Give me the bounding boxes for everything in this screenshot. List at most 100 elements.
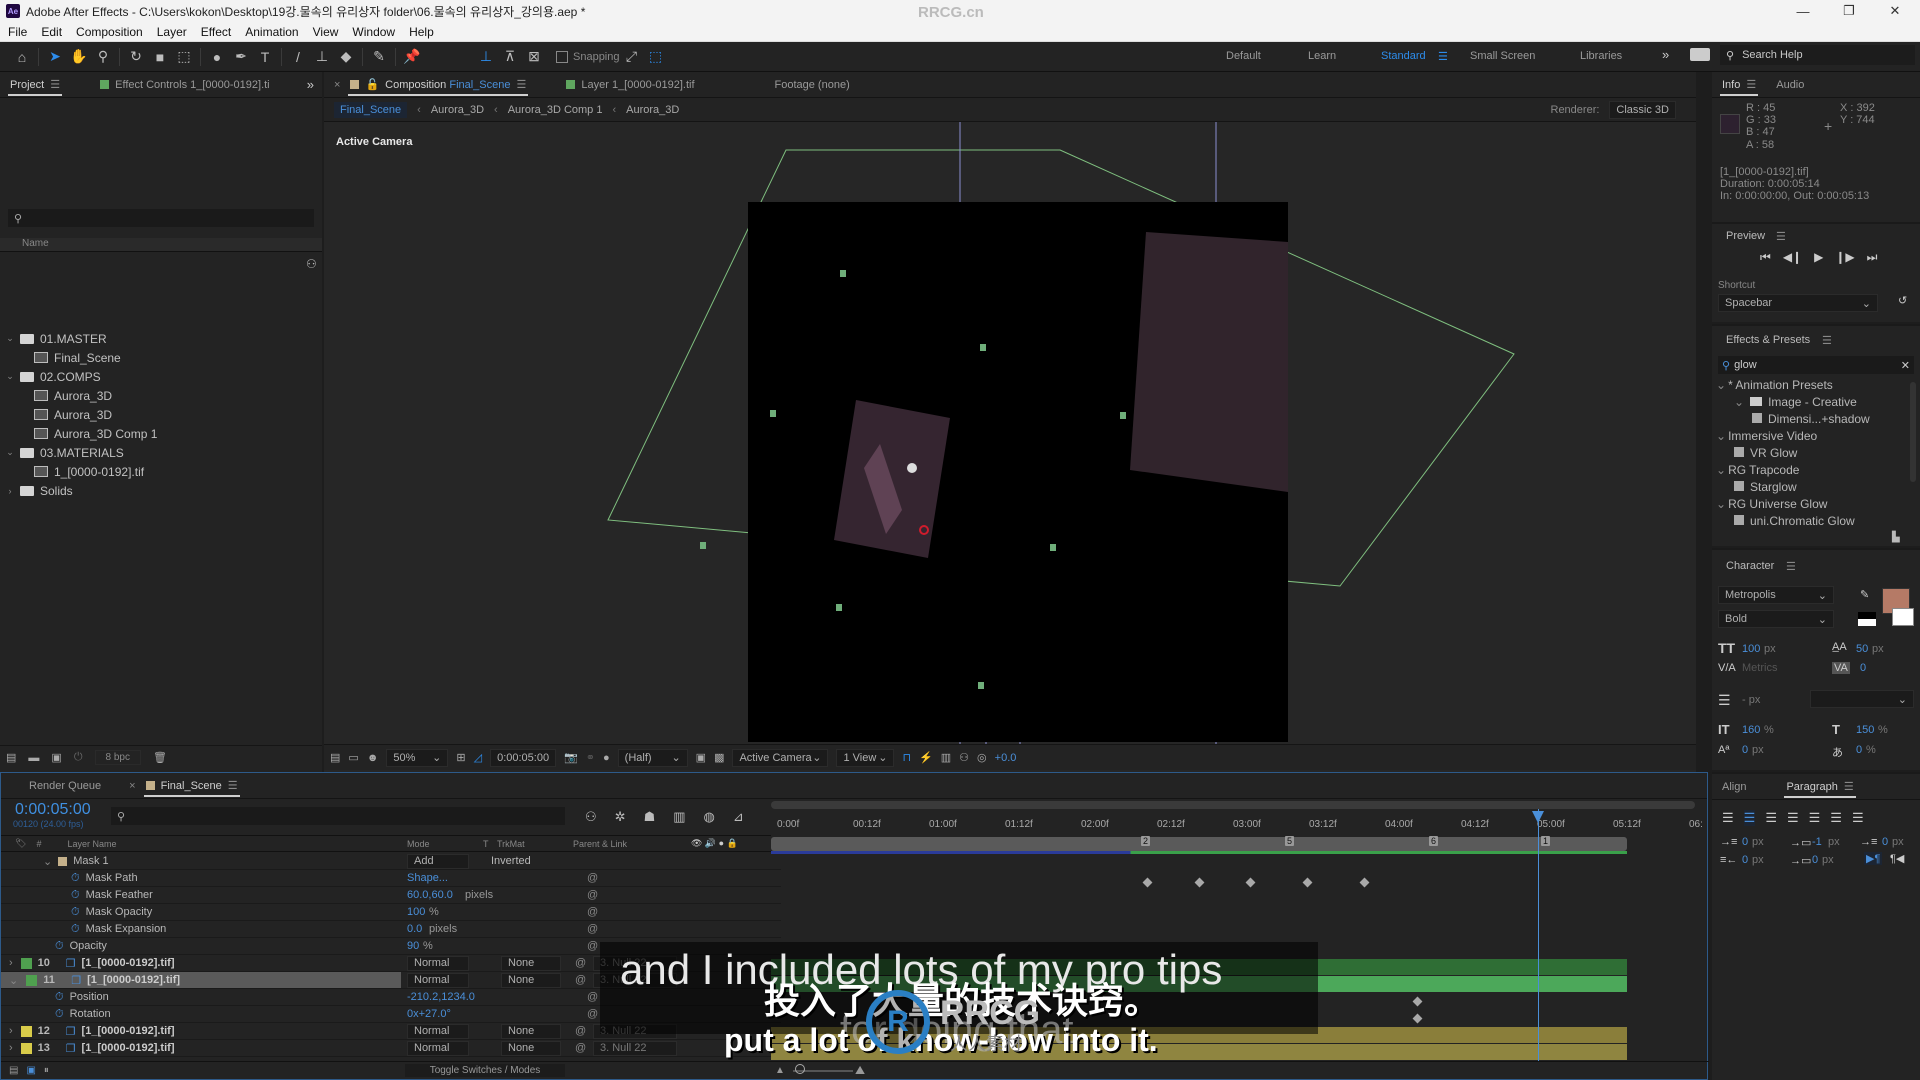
current-time-display[interactable]: 0:00:05:00 <box>15 801 91 819</box>
panel-menu-icon[interactable]: ☰ <box>1822 334 1832 347</box>
pick-whip-icon[interactable]: @ <box>587 872 598 884</box>
toggle-switches-modes-button[interactable]: Toggle Switches / Modes <box>405 1064 565 1077</box>
effects-list-item[interactable]: ⌄ Image - Creative <box>1734 395 1857 409</box>
shortcut-dropdown[interactable]: Spacebar ⌄ <box>1718 294 1878 312</box>
kerning-value[interactable]: Metrics <box>1742 662 1777 674</box>
composition-flowchart-icon[interactable]: ⚇ <box>585 809 597 825</box>
mask-color-swatch[interactable] <box>58 856 68 866</box>
chevron-down-icon[interactable]: ⌄ <box>4 447 16 458</box>
panel-menu-icon[interactable]: ☰ <box>1844 780 1854 793</box>
lock-icon[interactable]: 🔓 <box>365 78 379 91</box>
chevron-right-icon[interactable]: › <box>4 486 16 496</box>
effects-search-input[interactable]: ⚲ glow ✕ <box>1718 356 1914 374</box>
property-row[interactable]: ⏱ Mask Expansion 0.0 pixels @ <box>1 921 781 938</box>
menu-layer[interactable]: Layer <box>157 25 187 39</box>
fast-previews-icon[interactable]: ⚡ <box>919 751 933 764</box>
project-item[interactable]: › Solids <box>0 481 320 500</box>
ellipse-tool-icon[interactable]: ● <box>205 45 229 69</box>
effects-list-item[interactable]: ⌄ RG Universe Glow <box>1716 497 1827 511</box>
panel-menu-icon[interactable]: ☰ <box>1776 230 1786 243</box>
monitor-icon[interactable]: ▭ <box>348 751 358 764</box>
current-time-indicator[interactable] <box>1538 809 1539 1061</box>
project-item[interactable]: 1_[0000-0192].tif <box>0 462 320 481</box>
stopwatch-icon[interactable]: ⏱ <box>55 1008 64 1021</box>
tab-layer[interactable]: Layer 1_[0000-0192].tif <box>556 72 704 98</box>
zoom-in-icon[interactable]: ⛰ <box>855 1063 865 1078</box>
exposure-icon[interactable]: ◎ <box>977 751 987 764</box>
current-time-button[interactable]: 0:00:05:00 <box>490 748 557 767</box>
exposure-value[interactable]: +0.0 <box>995 752 1017 764</box>
tab-final-scene[interactable]: Final_Scene ☰ <box>136 773 248 799</box>
effects-list-item[interactable]: ⌄ RG Trapcode <box>1716 463 1799 477</box>
effects-list-item[interactable]: ⌄ Immersive Video <box>1716 429 1817 443</box>
font-style-dropdown[interactable]: Bold ⌄ <box>1718 610 1834 628</box>
flowchart-icon[interactable]: ⚇ <box>959 751 969 764</box>
keyframe[interactable] <box>1359 877 1370 888</box>
previous-frame-icon[interactable]: ◀❙ <box>1783 250 1802 265</box>
workspace-panel-icon[interactable] <box>1690 48 1710 61</box>
minimize-button[interactable]: — <box>1780 0 1826 22</box>
toggle-pixel-aspect-icon[interactable]: ⊓ <box>902 751 911 764</box>
align-right-icon[interactable]: ☰ <box>1765 810 1777 826</box>
menu-edit[interactable]: Edit <box>41 25 62 39</box>
mask-visibility-icon[interactable]: ☻ <box>367 752 379 764</box>
effects-scrollbar[interactable] <box>1910 382 1916 482</box>
track-matte-dropdown[interactable]: None <box>501 1040 561 1056</box>
pick-whip-icon[interactable]: @ <box>575 1025 586 1037</box>
workspace-learn[interactable]: Learn <box>1308 50 1336 62</box>
stroke-color-swatch[interactable] <box>1892 608 1914 626</box>
pick-whip-icon[interactable]: @ <box>575 1042 586 1054</box>
grid-guide-icon[interactable]: ⊞ <box>456 751 465 764</box>
resolution-dropdown[interactable]: (Half) ⌄ <box>617 748 688 767</box>
pick-whip-icon[interactable]: @ <box>587 991 598 1003</box>
mask-path-icon[interactable]: ◿ <box>474 751 482 764</box>
horizontal-scale-value[interactable]: 150 <box>1856 724 1874 736</box>
label-column-icon[interactable]: 🏷 <box>15 838 26 849</box>
effects-list-item[interactable]: uni.Chromatic Glow <box>1734 514 1855 526</box>
stopwatch-icon[interactable]: ⏱ <box>71 923 80 936</box>
property-value[interactable]: 100 <box>407 906 425 918</box>
local-axis-icon[interactable]: ⊥ <box>474 45 498 69</box>
interpret-footage-icon[interactable]: ▤ <box>6 751 16 764</box>
align-left-icon[interactable]: ☰ <box>1722 810 1734 826</box>
panel-menu-icon[interactable]: ☰ <box>517 78 527 91</box>
track-matte-dropdown[interactable]: None <box>501 972 561 988</box>
project-item[interactable]: ⌄ 03.MATERIALS <box>0 443 320 462</box>
camera-tool-icon[interactable]: ■ <box>148 45 172 69</box>
clone-stamp-tool-icon[interactable]: ⊥ <box>310 45 334 69</box>
mask-row[interactable]: ⌄ Mask 1 Add Inverted <box>1 853 781 870</box>
layer-name[interactable]: [1_[0000-0192].tif] <box>82 957 175 969</box>
mask-inverted-checkbox[interactable]: Inverted <box>491 855 531 867</box>
workspace-standard[interactable]: Standard <box>1381 50 1426 62</box>
tab-composition[interactable]: 🔓 Composition Final_Scene ☰ <box>340 72 536 98</box>
chevron-down-icon[interactable]: ⌄ <box>9 974 18 987</box>
workspace-libraries[interactable]: Libraries <box>1580 50 1622 62</box>
tracking-value[interactable]: 0 <box>1860 662 1866 674</box>
breadcrumb-aurora-3d-2[interactable]: Aurora_3D <box>626 104 679 116</box>
project-item[interactable]: Final_Scene <box>0 348 320 367</box>
leading-value[interactable]: 50 <box>1856 643 1868 655</box>
tab-align[interactable]: Align <box>1712 774 1756 800</box>
project-item[interactable]: Aurora_3D <box>0 386 320 405</box>
tab-effect-controls[interactable]: Effect Controls 1_[0000-0192].ti <box>90 72 280 98</box>
tsume-value[interactable]: 0 <box>1856 744 1862 756</box>
menu-file[interactable]: File <box>8 25 27 39</box>
property-value[interactable]: -210.2,1234.0 <box>407 991 475 1003</box>
tab-render-queue[interactable]: Render Queue <box>19 773 111 799</box>
timeline-icon[interactable]: ▥ <box>941 751 951 764</box>
chevron-right-icon[interactable]: › <box>9 1042 13 1054</box>
brush-tool-icon[interactable]: / <box>286 45 310 69</box>
property-row[interactable]: ⏱ Mask Path Shape... @ <box>1 870 781 887</box>
chevron-down-icon[interactable]: ⌄ <box>4 333 16 344</box>
property-value[interactable]: 60.0,60.0 <box>407 889 453 901</box>
stopwatch-icon[interactable]: ⏱ <box>55 991 64 1004</box>
tab-paragraph[interactable]: Paragraph ☰ <box>1776 774 1863 800</box>
chevron-down-icon[interactable]: ⌄ <box>43 855 52 868</box>
project-item[interactable]: Aurora_3D Comp 1 <box>0 424 320 443</box>
zoom-tool-icon[interactable]: ⚲ <box>91 45 115 69</box>
comp-marker[interactable]: 1 <box>1541 836 1551 846</box>
flowchart-icon[interactable]: ⚇ <box>306 257 317 271</box>
selection-tool-icon[interactable]: ➤ <box>43 45 67 69</box>
renderer-button[interactable]: Classic 3D <box>1609 100 1676 119</box>
layer-name[interactable]: [1_[0000-0192].tif] <box>82 1042 175 1054</box>
